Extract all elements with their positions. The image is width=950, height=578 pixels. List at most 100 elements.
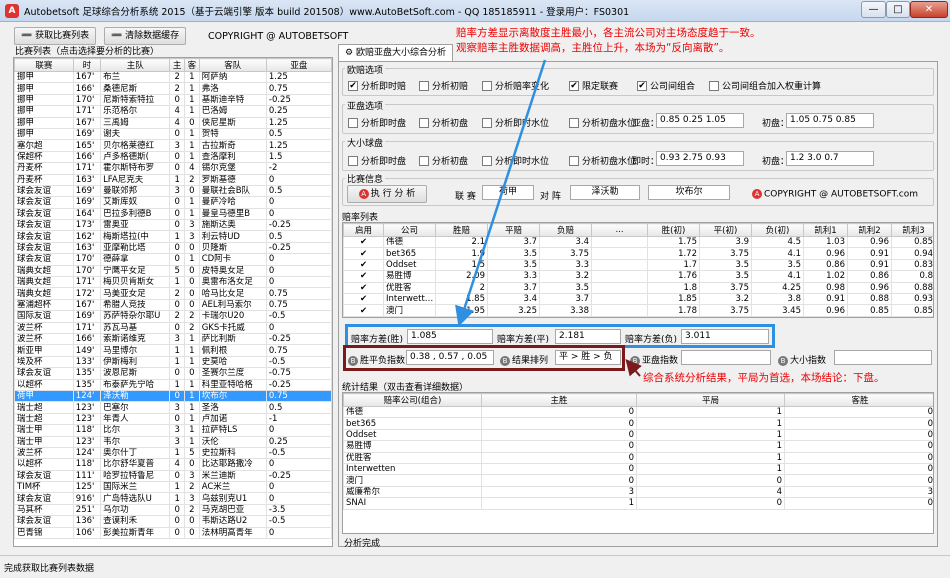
odds-col-header[interactable]: 凯利2 [847,223,892,237]
odds-col-header[interactable]: 平(初) [699,223,752,237]
euro-options-checkbox-4[interactable]: ✔ 公司间组合 [637,79,695,92]
table-row[interactable]: 瑞典女超 172' 马美亚女足 2 0 哈马比女足 0.75 [14,287,332,300]
table-row[interactable]: 球会友谊 162' 梅斯塔拉(中 1 3 利云特UD 0.5 [14,230,332,243]
table-row[interactable]: SNAI 1 0 0 [343,497,933,510]
table-row[interactable]: 埃及杯 133' 伊斯梅利 1 1 史莫哈 -0.5 [14,355,332,369]
table-row[interactable]: 马其杯 251' 乌尔功 0 2 马克胡巴亚 -3.5 [14,503,332,517]
table-row[interactable]: ✔ Oddset 1.5 3.5 3.3 1.7 3.5 3.5 0.86 0.91 0.83 [343,258,933,272]
odds-col-header[interactable]: 公司 [383,223,436,237]
odds-col-header[interactable]: 平赔 [487,223,540,237]
stats-col-header[interactable]: 赔率公司(组合) [343,393,482,407]
odds-col-header[interactable]: 负赔 [539,223,592,237]
table-row[interactable]: 球会友谊 135' 波恩尼斯 0 0 圣赛尔兰度 -0.75 [14,367,332,380]
table-row[interactable]: 挪甲 167' 布兰 2 1 阿萨纳 1.25 [14,70,332,84]
odds-col-header[interactable]: 凯利1 [803,223,848,237]
odds-col-header[interactable]: ... [591,223,648,237]
stats-col-header[interactable]: 平局 [636,393,785,407]
euro-options-checkbox-5[interactable]: 公司间组合加入权重计算 [709,79,821,92]
table-row[interactable]: ✔ bet365 1.9 3.5 3.75 1.72 3.75 4.1 0.96 0.91 0.94 [343,247,933,260]
match-col-header[interactable]: 客队 [198,58,267,72]
stats-list[interactable]: 赔率公司(组合) 主胜 平局 客胜 伟德 0 1 0 bet365 0 1 0 Oddset 0 1 0 易胜… [342,392,934,534]
asia-live-field[interactable]: 0.85 0.25 1.05 [656,113,744,128]
odds-col-header[interactable]: 凯利3 [891,223,933,237]
table-row[interactable]: 保超杯 166' 卢多格德斯(0 1 查洛摩利 1.5 [14,150,332,164]
size-init-field[interactable]: 1.2 3.0 0.7 [786,151,874,166]
euro-options-checkbox-3[interactable]: ✔ 限定联赛 [569,79,618,92]
fetch-match-list-button[interactable]: ➖ 获取比赛列表 [14,27,97,45]
table-row[interactable]: 球会友谊 170' 德薛拿 0 1 CD阿卡 0 [14,253,332,266]
table-row[interactable]: ✔ 易胜博 2.09 3.3 3.2 1.76 3.5 4.1 1.02 0.86 0.8 [343,270,933,283]
match-col-header[interactable]: 主队 [100,58,171,72]
table-row[interactable]: 挪甲 167' 三禹姆 4 0 侠尼星斯 1.25 [14,116,332,129]
close-button[interactable]: ✕ [910,1,948,18]
odds-col-header[interactable]: 启用 [343,223,384,237]
odds-list[interactable]: 启用 公司 胜赔 平赔 负赔... 胜(初) 平(初) 负(初) 凯利1 凯利2 凯利3 ✔ 伟德 2.… [342,222,934,318]
table-row[interactable]: bet365 0 1 0 [343,417,933,430]
table-row[interactable]: 挪甲 166' 桑德尼斯 2 1 弗洛 0.75 [14,82,332,95]
odds-col-header[interactable]: 胜赔 [435,223,488,237]
table-row[interactable]: ✔ 澳门 1.95 3.25 3.38 1.78 3.75 3.45 0.96 0.85 0.85 [343,304,933,317]
table-row[interactable]: 瑞士超 123' 巴塞尔 3 1 圣洛 0.5 [14,401,332,414]
table-row[interactable]: 波兰杯 124' 奥尔什丁 1 5 史拉斯科 -0.5 [14,446,332,460]
odds-col-header[interactable]: 负(初) [751,223,804,237]
match-col-header[interactable]: 亚盘 [265,58,332,72]
table-row[interactable]: 球会友谊 111' 哈罗拉特鲁尼 0 3 米兰迪斯 -0.25 [14,469,332,483]
table-row[interactable]: 波兰杯 171' 苏瓦马基 0 2 GKS卡托威 0 [14,321,332,335]
match-col-header[interactable]: 主 [169,58,186,72]
table-row[interactable]: 塞尔超 165' 贝尔格莱德红 3 1 古拉斯奇 1.25 [14,139,332,152]
table-row[interactable]: 波兰杯 166' 索斯诺维克 3 1 萨比利斯 -0.25 [14,332,332,346]
table-row[interactable]: 瑞典女超 171' 梅贝贝肯斯女 1 0 奥雷布洛女足 0 [14,276,332,289]
table-row[interactable]: 球会友谊 163' 亚摩勒比塔 0 0 贝隆斯 -0.25 [14,241,332,255]
table-row[interactable]: 斯亚甲 149' 马里博尔 1 1 佩利根 0.75 [14,344,332,357]
enable-checkbox[interactable]: ✔ [343,304,384,317]
table-row[interactable]: 瑞士甲 118' 比尔 3 1 拉萨特LS 0 [14,424,332,437]
table-row[interactable]: 优胜客 0 1 0 [343,451,933,464]
size-live-field[interactable]: 0.93 2.75 0.93 [656,151,744,166]
asia-init-field[interactable]: 1.05 0.75 0.85 [786,113,874,128]
enable-checkbox[interactable]: ✔ [343,258,384,272]
table-row[interactable]: 易胜博 0 1 0 [343,440,933,453]
tab-comprehensive-analysis[interactable]: ⚙ 欧赔亚盘大小综合分析 [338,44,453,62]
table-row[interactable]: 球会友谊 169' 艾斯库奴 0 1 曼萨冷哈 0 [14,196,332,209]
asia-options-checkbox-2[interactable]: 分析即时水位 [482,116,549,129]
size-options-checkbox-2[interactable]: 分析即时水位 [482,154,549,167]
maximize-button[interactable]: □ [886,1,910,18]
table-row[interactable]: 塞浦超杯 167' 希腊人竞技 0 0 AEL利马索尔 0.75 [14,298,332,312]
run-analysis-button[interactable]: A执 行 分 析 [347,185,427,203]
enable-checkbox[interactable]: ✔ [343,292,384,306]
match-col-header[interactable]: 联赛 [14,58,74,72]
table-row[interactable]: Interwetten 0 1 0 [343,462,933,476]
size-options-checkbox-1[interactable]: 分析初盘 [419,154,468,167]
asia-options-checkbox-1[interactable]: 分析初盘 [419,116,468,129]
clear-cache-button[interactable]: ➖ 清除数据缓存 [104,27,187,45]
enable-checkbox[interactable]: ✔ [343,281,384,294]
euro-options-checkbox-1[interactable]: 分析初赔 [419,79,468,92]
stats-col-header[interactable]: 客胜 [784,393,933,407]
table-row[interactable]: 球会友谊 169' 曼联郊邦 3 0 曼联社会B队 0.5 [14,184,332,198]
match-col-header[interactable]: 客 [184,58,200,72]
table-row[interactable]: 球会友谊 136' 查谟利禾 0 0 韦斯达路U2 -0.5 [14,515,332,528]
table-row[interactable]: 丹麦杯 163' LFA尼克夫 1 2 罗斯基德 0 [14,173,332,186]
euro-options-checkbox-0[interactable]: ✔ 分析即时赔 [348,79,406,92]
asia-options-checkbox-3[interactable]: 分析初盘水位 [569,116,636,129]
table-row[interactable]: 以超杯 118' 比尔舒华夏普 4 0 比达耶路撒冷 0 [14,458,332,471]
table-row[interactable]: Oddset 0 1 0 [343,428,933,442]
size-options-checkbox-3[interactable]: 分析初盘水位 [569,154,636,167]
table-row[interactable]: 澳门 0 0 0 [343,474,933,487]
size-options-checkbox-0[interactable]: 分析即时盘 [348,154,406,167]
table-row[interactable]: ✔ 伟德 2.1 3.7 3.4 1.75 3.9 4.5 1.03 0.96 0.85 [343,235,933,249]
table-row[interactable]: 挪甲 170' 尼斯特索特拉 0 1 基斯迪辛特 -0.25 [14,93,332,107]
enable-checkbox[interactable]: ✔ [343,235,384,249]
odds-col-header[interactable]: 胜(初) [647,223,700,237]
table-row[interactable]: 挪甲 171' 乐范格尔 4 1 巴洛姆 0.25 [14,105,332,118]
table-row[interactable]: 荷甲 124' 泽沃勒 0 1 坎布尔 0.75 [14,389,332,403]
stats-col-header[interactable]: 主胜 [481,393,637,407]
table-row[interactable]: 挪甲 169' 谢夫 0 1 贺特 0.5 [14,127,332,141]
table-row[interactable]: 瑞典女超 170' 宁鹰平女足 5 0 皮特奥女足 0 [14,264,332,278]
table-row[interactable]: 瑞士甲 123' 韦尔 3 1 沃伦 0.25 [14,435,332,448]
table-row[interactable]: 球会友谊 173' 雷奥亚 0 3 施斯达奥 -0.25 [14,219,332,232]
table-row[interactable]: 伟德 0 1 0 [343,405,933,419]
table-row[interactable]: 球会友谊 916' 广岛特选队U 1 3 乌兹别克U1 0 [14,492,332,505]
asia-options-checkbox-0[interactable]: 分析即时盘 [348,116,406,129]
table-row[interactable]: 瑞士超 123' 年青人 0 1 卢加诺 -1 [14,412,332,426]
